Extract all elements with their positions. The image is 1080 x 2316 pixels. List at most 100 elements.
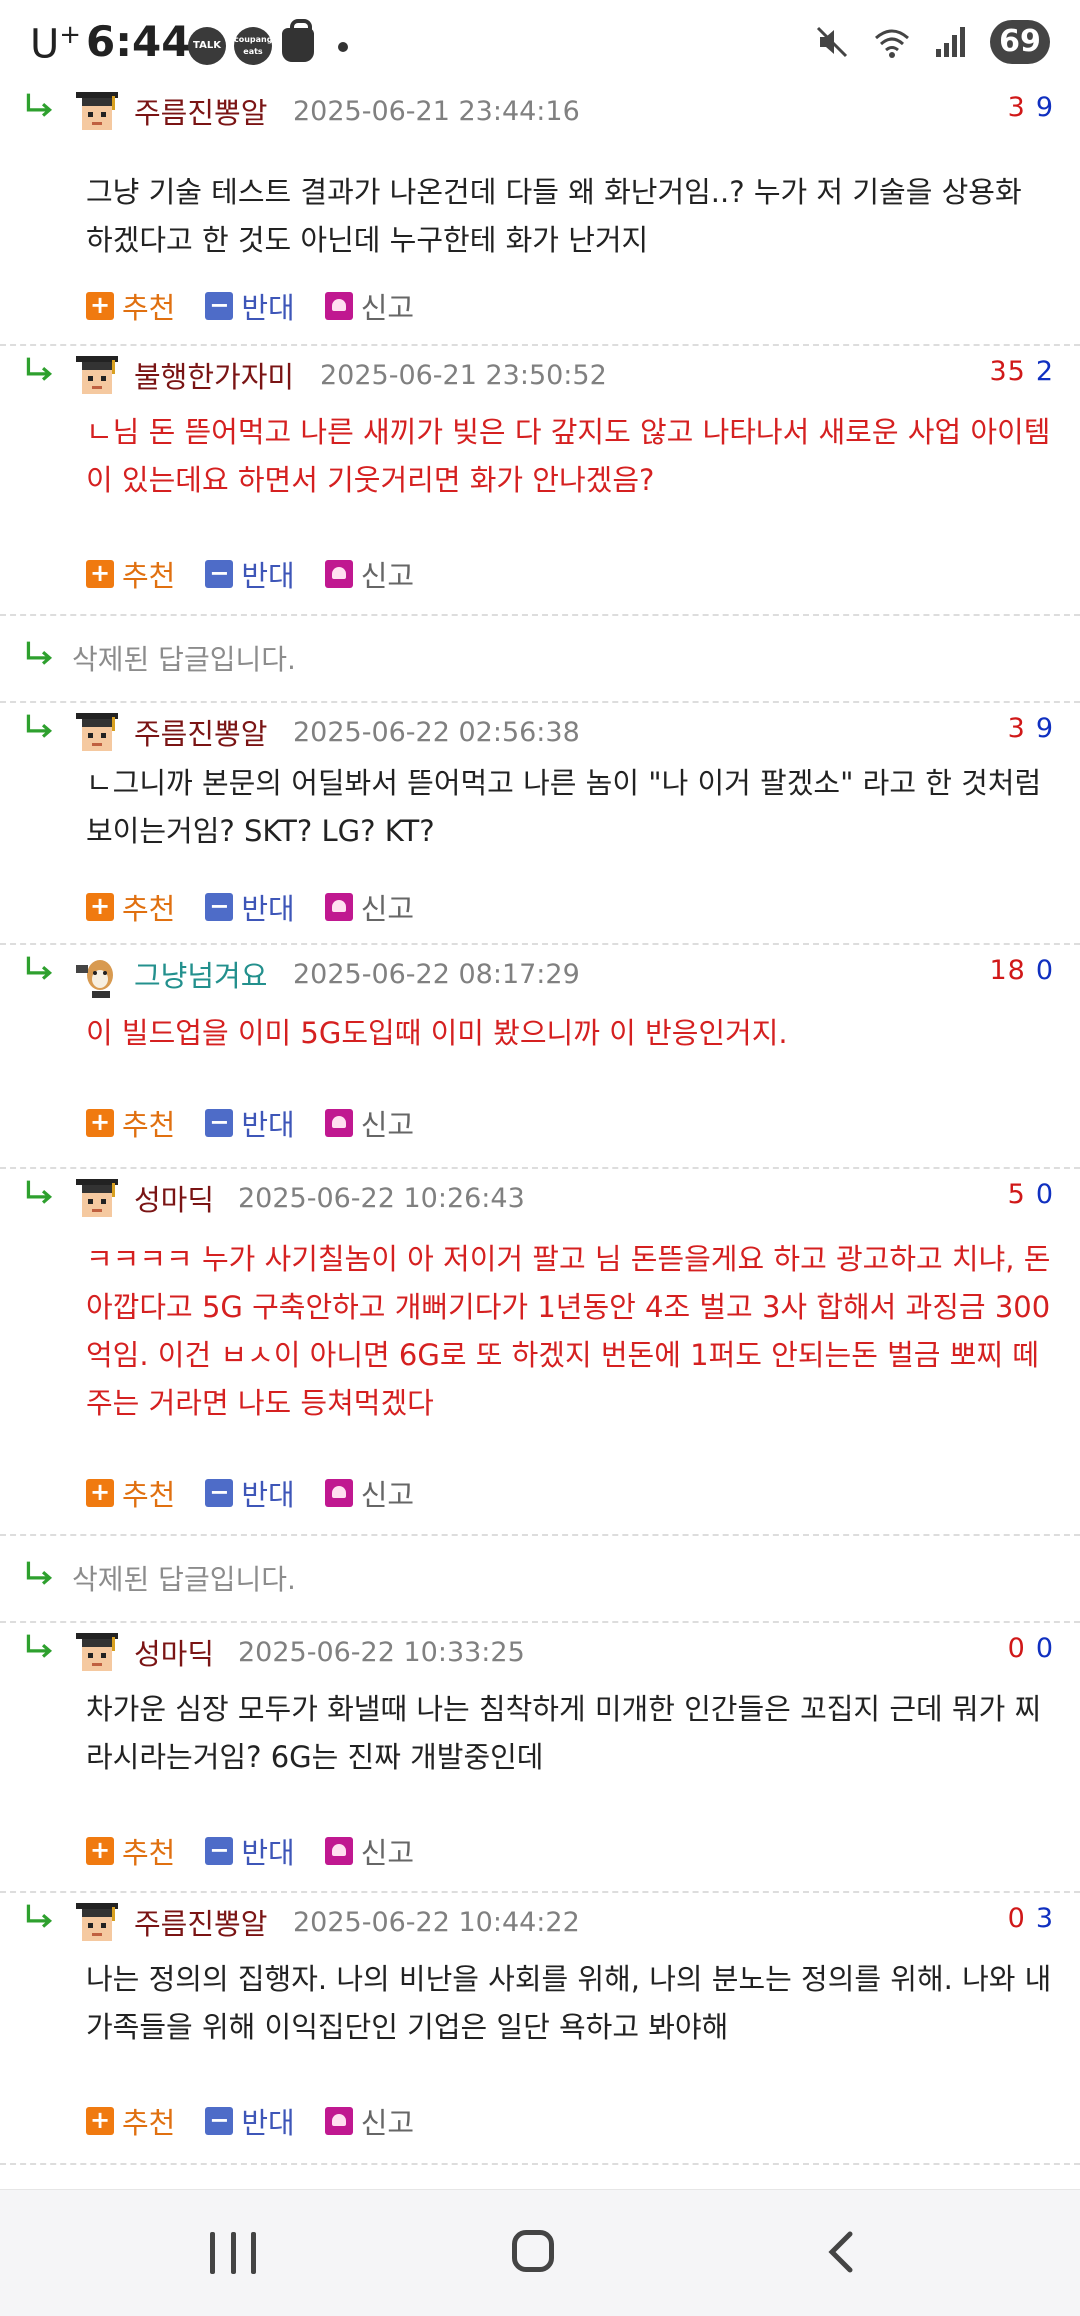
minus-icon: − — [205, 560, 234, 588]
back-button[interactable] — [820, 2230, 864, 2274]
vote-count: 50 — [1007, 1179, 1054, 1210]
home-button[interactable] — [512, 2230, 554, 2272]
minus-icon: − — [205, 1479, 234, 1507]
comment-author[interactable]: 주름진뽕알 — [134, 90, 267, 132]
vote-count: 39 — [1007, 92, 1054, 123]
coupang-eats-notification-icon: coupang eats — [234, 27, 272, 65]
plus-icon: + — [86, 893, 114, 921]
siren-icon — [324, 1837, 353, 1865]
comment-date: 2025-06-21 23:50:52 — [320, 360, 607, 391]
comment-text: 그냥 기술 테스트 결과가 나온건데 다들 왜 화난거임..? 누가 저 기술을… — [86, 175, 1022, 257]
comment-text: ㄴ그니까 본문의 어딜봐서 뜯어먹고 나른 놈이 "나 이거 팔겠소" 라고 한… — [86, 766, 1042, 848]
avatar[interactable] — [72, 1899, 122, 1949]
oppose-button[interactable]: − 반대 — [205, 1472, 295, 1514]
comment-text: ㄴ님 돈 뜯어먹고 나른 새끼가 빚은 다 갚지도 않고 나타나서 새로운 사업… — [86, 415, 1051, 497]
oppose-button[interactable]: − 반대 — [205, 285, 295, 327]
plus-icon: + — [86, 292, 114, 320]
vote-count: 18 0 — [989, 955, 1054, 986]
comment-item: 불행한가자미 2025-06-21 23:50:52 35 2 ㄴ님 돈 뜯어먹고… — [0, 346, 1080, 616]
report-button[interactable]: 신고 — [324, 1472, 414, 1514]
avatar[interactable] — [72, 951, 122, 1001]
plus-icon: + — [86, 1479, 114, 1507]
vote-count: 35 2 — [989, 356, 1054, 387]
siren-icon — [324, 292, 353, 320]
reply-arrow-icon — [26, 1179, 52, 1205]
comment-text: 이 빌드업을 이미 5G도입때 이미 봤으니까 이 반응인거지. — [86, 1016, 788, 1050]
minus-icon: − — [205, 1837, 234, 1865]
recommend-button[interactable]: + 추천 — [86, 1472, 175, 1514]
deleted-reply-text: 삭제된 답글입니다. — [72, 643, 296, 676]
deleted-reply: 삭제된 답글입니다. — [0, 1536, 1080, 1623]
comment-date: 2025-06-22 10:44:22 — [293, 1907, 580, 1938]
comment-item: 성마딕 2025-06-22 10:26:43 50 ㅋㅋㅋㅋ 누가 사기칠놈이… — [0, 1169, 1080, 1536]
report-button[interactable]: 신고 — [324, 285, 414, 327]
comment-text: 차가운 심장 모두가 화낼때 나는 침착하게 미개한 인간들은 꼬집지 근데 뭐… — [86, 1692, 1042, 1774]
report-button[interactable]: 신고 — [324, 1830, 414, 1872]
comment-item: 성마딕 2025-06-22 10:33:25 00 차가운 심장 모두가 화낼… — [0, 1623, 1080, 1893]
clock: 6:44 — [86, 17, 191, 66]
avatar[interactable] — [72, 709, 122, 759]
siren-icon — [324, 893, 353, 921]
deleted-reply: 삭제된 답글입니다. — [0, 616, 1080, 703]
comment-date: 2025-06-22 08:17:29 — [293, 959, 580, 990]
recommend-button[interactable]: + 추천 — [86, 553, 175, 595]
recommend-button[interactable]: + 추천 — [86, 2100, 175, 2142]
reply-arrow-icon — [26, 1560, 52, 1586]
status-bar: U+ 6:44 TALK coupang eats 69 — [0, 0, 1080, 78]
oppose-button[interactable]: − 반대 — [205, 553, 295, 595]
minus-icon: − — [205, 2107, 234, 2135]
comment-author[interactable]: 그냥넘겨요 — [134, 953, 267, 995]
avatar[interactable] — [72, 1175, 122, 1225]
minus-icon: − — [205, 1109, 234, 1137]
recommend-button[interactable]: + 추천 — [86, 1102, 175, 1144]
avatar[interactable] — [72, 88, 122, 138]
reply-arrow-icon — [26, 955, 52, 981]
comment-date: 2025-06-21 23:44:16 — [293, 96, 580, 127]
comment-author[interactable]: 성마딕 — [134, 1631, 214, 1673]
battery-indicator: 69 — [990, 20, 1050, 64]
siren-icon — [324, 560, 353, 588]
reply-arrow-icon — [26, 92, 52, 118]
plus-icon: + — [86, 2107, 114, 2135]
system-nav-bar — [0, 2189, 1080, 2316]
comment-item: 그냥넘겨요 2025-06-22 08:17:29 18 0 이 빌드업을 이미 … — [0, 945, 1080, 1169]
comment-item: 주름진뽕알 2025-06-21 23:44:16 39 그냥 기술 테스트 결… — [0, 82, 1080, 346]
oppose-button[interactable]: − 반대 — [205, 1830, 295, 1872]
reply-arrow-icon — [26, 640, 52, 666]
report-button[interactable]: 신고 — [324, 886, 414, 928]
comment-date: 2025-06-22 10:26:43 — [238, 1183, 525, 1214]
avatar[interactable] — [72, 1629, 122, 1679]
comment-item: 주름진뽕알 2025-06-22 10:44:22 03 나는 정의의 집행자.… — [0, 1893, 1080, 2165]
avatar[interactable] — [72, 352, 122, 402]
oppose-button[interactable]: − 반대 — [205, 2100, 295, 2142]
report-button[interactable]: 신고 — [324, 2100, 414, 2142]
comment-list: 주름진뽕알 2025-06-21 23:44:16 39 그냥 기술 테스트 결… — [0, 82, 1080, 2165]
comment-author[interactable]: 주름진뽕알 — [134, 1901, 267, 1943]
siren-icon — [324, 1109, 353, 1137]
recommend-button[interactable]: + 추천 — [86, 886, 175, 928]
comment-author[interactable]: 주름진뽕알 — [134, 711, 267, 753]
comment-author[interactable]: 불행한가자미 — [134, 354, 294, 396]
oppose-button[interactable]: − 반대 — [205, 1102, 295, 1144]
vote-count: 03 — [1007, 1903, 1054, 1934]
carrier-label: U+ — [30, 20, 82, 68]
comment-author[interactable]: 성마딕 — [134, 1177, 214, 1219]
recent-apps-button[interactable] — [210, 2232, 256, 2274]
deleted-reply-text: 삭제된 답글입니다. — [72, 1563, 296, 1596]
recommend-button[interactable]: + 추천 — [86, 1830, 175, 1872]
reply-arrow-icon — [26, 356, 52, 382]
siren-icon — [324, 2107, 353, 2135]
shopping-bag-icon — [282, 19, 314, 62]
reply-arrow-icon — [26, 713, 52, 739]
siren-icon — [324, 1479, 353, 1507]
oppose-button[interactable]: − 반대 — [205, 886, 295, 928]
minus-icon: − — [205, 292, 234, 320]
wifi-icon — [875, 29, 909, 58]
report-button[interactable]: 신고 — [324, 553, 414, 595]
mute-icon — [816, 26, 848, 58]
report-button[interactable]: 신고 — [324, 1102, 414, 1144]
minus-icon: − — [205, 893, 234, 921]
recommend-button[interactable]: + 추천 — [86, 285, 175, 327]
comment-text: 나는 정의의 집행자. 나의 비난을 사회를 위해, 나의 분노는 정의를 위해… — [86, 1962, 1052, 2044]
plus-icon: + — [86, 1109, 114, 1137]
